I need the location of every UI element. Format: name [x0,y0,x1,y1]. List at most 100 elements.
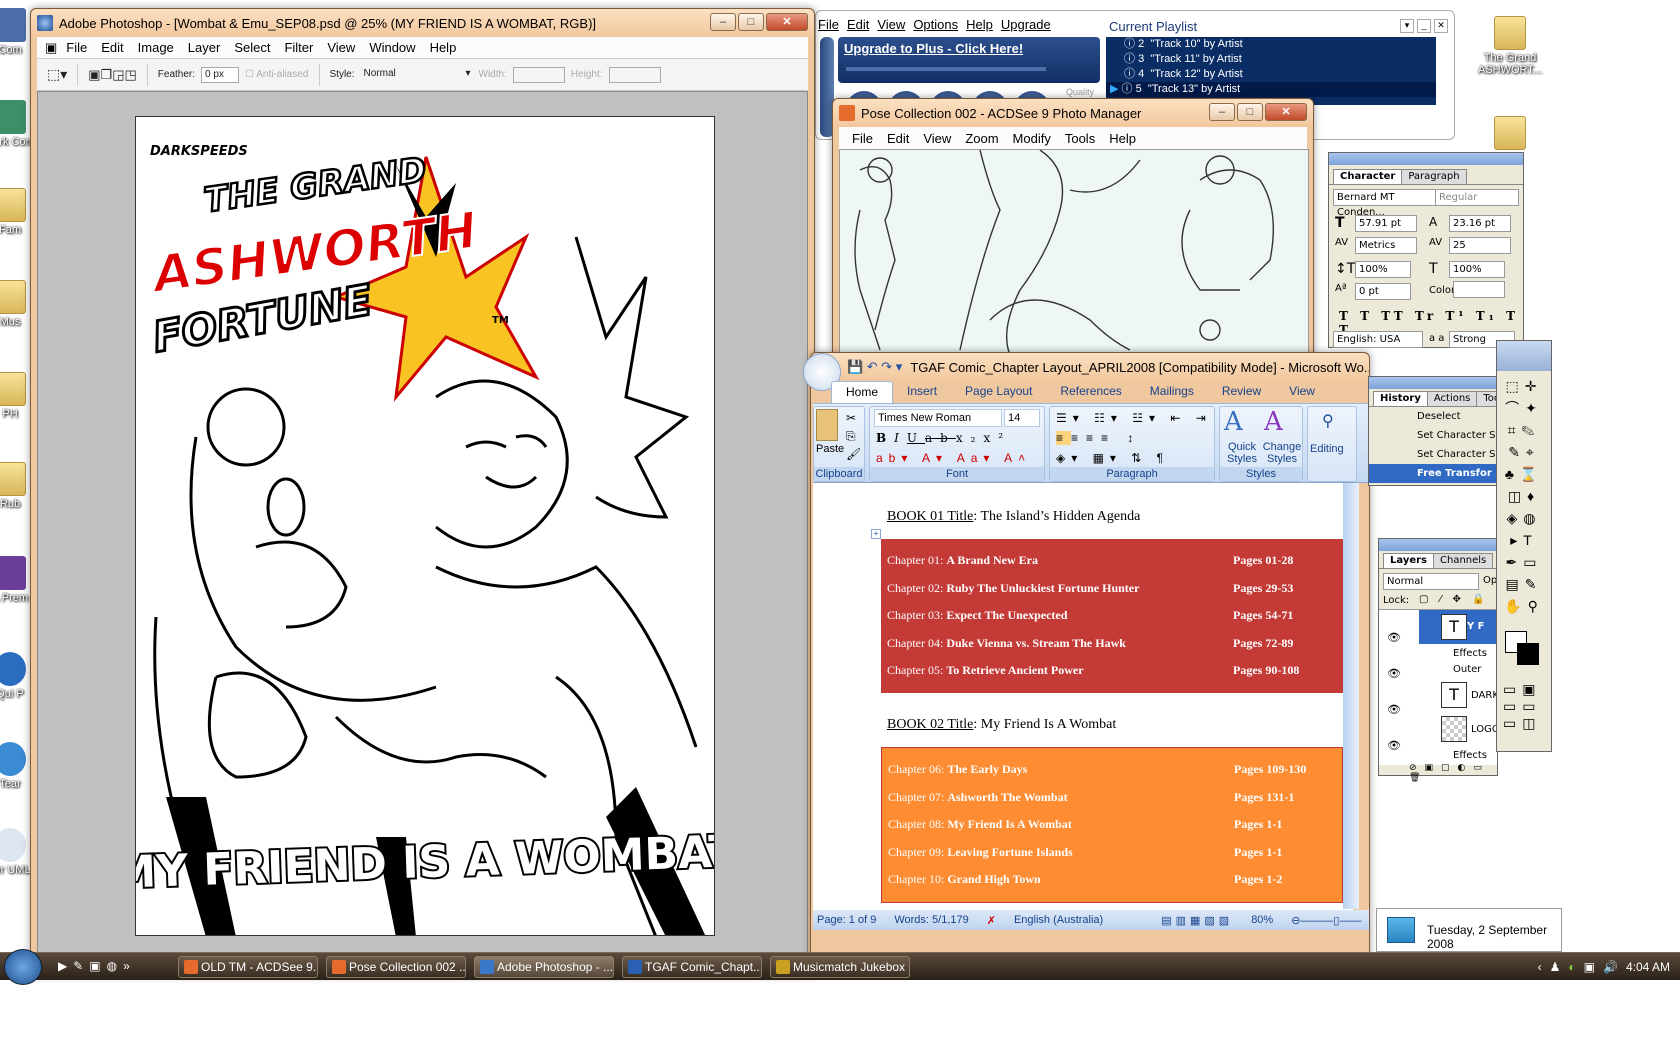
chapter-row[interactable]: Chapter 09: Leaving Fortune Islands Pages… [888,845,1338,865]
taskbar-button-pose-collection[interactable]: Pose Collection 002 ... [326,956,466,978]
mode-buttons[interactable]: ▭▣ ▭▭ ▭◫ [1503,681,1541,732]
layer-name[interactable]: DARK [1471,690,1499,701]
clipboard-icons[interactable]: ✂ ⎘ 🖌 [846,409,861,463]
photoshop-titlebar[interactable]: Adobe Photoshop - [Wombat & Emu_SEP08.ps… [31,9,814,37]
history-item-current[interactable]: Free Transfor [1369,464,1497,483]
menu-help[interactable]: Help [1102,131,1143,146]
selection-mode-icons[interactable]: ▣❐◲◳ [88,67,137,83]
tab-home[interactable]: Home [831,381,894,403]
menu-filter[interactable]: Filter [277,40,320,55]
menu-tools[interactable]: Tools [1058,131,1102,146]
tab-paragraph[interactable]: Paragraph [1401,169,1467,184]
font-size-input[interactable]: 57.91 pt [1355,215,1417,232]
style-select[interactable]: Normal ▾ [361,67,473,83]
playlist-item[interactable]: ⓘ 3 "Track 11" by Artist [1106,52,1436,67]
dropdown-button[interactable]: ▾ [1400,19,1414,33]
format-buttons[interactable]: BIUabx₂x² [876,431,1011,445]
kerning-select[interactable]: Metrics [1355,237,1417,254]
user-icon[interactable]: ♟ [1550,960,1561,974]
tab-review[interactable]: Review [1208,381,1275,403]
panel-header[interactable] [1369,377,1497,389]
font-style-select[interactable]: Regular [1435,189,1519,206]
list-buttons[interactable]: ☰▾ ☷▾ ☳▾ ⇤ ⇥ [1056,411,1212,425]
menu-window[interactable]: Window [362,40,422,55]
tab-actions[interactable]: Actions [1426,391,1478,406]
tab-mailings[interactable]: Mailings [1136,381,1208,403]
language-status[interactable]: English (Australia) [1014,914,1103,926]
leading-input[interactable]: 23.16 pt [1449,215,1511,232]
history-item[interactable]: Set Character St [1369,445,1497,464]
menu-view[interactable]: View [916,131,958,146]
minimize-button[interactable]: – [1209,103,1235,121]
font-family-select[interactable]: Bernard MT Conden... [1333,189,1439,218]
minimize-button[interactable]: – [710,13,736,31]
vertical-scrollbar[interactable] [1343,483,1359,909]
change-styles-button[interactable]: Change Styles [1262,441,1302,465]
vertical-scale-input[interactable]: 100% [1355,261,1411,278]
menu-help[interactable]: Help [423,40,464,55]
chapter-row[interactable]: Chapter 01: A Brand New Era Pages 01-28 [887,553,1337,573]
baseline-shift-input[interactable]: 0 pt [1355,283,1411,300]
lock-icons[interactable]: ▢ ⁄ ✥ 🔒 [1419,594,1488,605]
panel-header[interactable] [1379,539,1497,551]
document-page[interactable]: BOOK 01 Title: The Island’s Hidden Agend… [813,483,1353,923]
menu-layer[interactable]: Layer [181,40,228,55]
menu-select[interactable]: Select [227,40,277,55]
tray-app-icon[interactable]: ◐ [1568,960,1575,974]
tab-layers[interactable]: Layers [1383,553,1434,568]
chapter-row[interactable]: Chapter 07: Ashworth The Wombat Pages 131… [888,790,1338,810]
page-count[interactable]: Page: 1 of 9 [817,914,876,926]
shading-border-buttons[interactable]: ◈▾ ▦▾ ⇅ ¶ [1056,451,1169,465]
color-swatch[interactable] [1453,281,1505,298]
history-item[interactable]: Deselect [1369,407,1497,426]
tool-buttons[interactable]: ⬚✛ ⌒✦ ⌗✎ ✎⌖ ♣⌛ ◫♦ ◈◍ ▸T ✒▭ ▤✎ ✋⚲ [1497,371,1551,617]
menu-zoom[interactable]: Zoom [958,131,1005,146]
tab-page-layout[interactable]: Page Layout [951,381,1046,403]
menu-options[interactable]: Options [913,17,958,32]
width-input[interactable] [512,66,565,83]
view-buttons[interactable]: ▤▥▦▧▨ [1161,914,1233,927]
height-input[interactable] [608,66,661,83]
chapter-row[interactable]: Chapter 05: To Retrieve Ancient Power Pag… [887,663,1337,683]
taskbar-button-musicmatch[interactable]: Musicmatch Jukebox [770,956,910,978]
seek-bar[interactable] [846,67,1046,71]
chapter-row[interactable]: Chapter 02: Ruby The Unluckiest Fortune … [887,581,1337,601]
menu-file[interactable]: File [845,131,880,146]
maximize-button[interactable]: □ [1237,103,1263,121]
maximize-button[interactable]: □ [738,13,764,31]
menu-file[interactable]: File [59,40,94,55]
chapter-row[interactable]: Chapter 04: Duke Vienna vs. Stream The H… [887,636,1337,656]
tab-insert[interactable]: Insert [893,381,951,403]
background-color[interactable] [1517,643,1539,665]
close-button[interactable]: ✕ [1434,19,1448,33]
menu-file[interactable]: File [818,17,839,32]
taskbar-button-old-tm[interactable]: OLD TM - ACDSee 9... [178,956,318,978]
tab-history[interactable]: History [1373,391,1428,406]
quick-styles-button[interactable]: Quick Styles [1222,441,1262,465]
feather-input[interactable]: 0 px [201,66,240,83]
proofing-icon[interactable]: ✗ [987,914,996,927]
taskbar-button-photoshop[interactable]: Adobe Photoshop - ... [474,956,614,978]
playlist-item[interactable]: ⓘ 4 "Track 12" by Artist [1106,67,1436,82]
desktop-icon-grand-ashworth[interactable]: The Grand ASHWORT... [1470,16,1550,76]
visibility-eye-icons[interactable]: 👁 👁 👁 👁 [1387,620,1401,764]
menu-upgrade[interactable]: Upgrade [1001,17,1051,32]
close-button[interactable]: ✕ [766,13,808,31]
tab-view[interactable]: View [1275,381,1329,403]
tools-header[interactable] [1497,341,1551,371]
chapter-row[interactable]: Chapter 03: Expect The Unexpected Pages 5… [887,608,1337,628]
layers-footer-icons[interactable]: ⊘▣▢◐▭🗑 [1379,763,1497,783]
image-viewer[interactable] [839,149,1309,354]
minimize-button[interactable]: _ [1417,19,1431,33]
menu-view[interactable]: View [320,40,362,55]
tab-character[interactable]: Character [1333,169,1403,184]
clock[interactable]: 4:04 AM [1626,960,1670,974]
chapter-row[interactable]: Chapter 06: The Early Days Pages 109-130 [888,762,1338,782]
zoom-slider[interactable]: ⊖———▯—— [1291,914,1361,927]
playlist-item[interactable]: ⓘ 2 "Track 10" by Artist [1106,37,1436,52]
menu-view[interactable]: View [877,17,905,32]
font-name-select[interactable]: Times New Roman [874,409,1002,427]
horizontal-scale-input[interactable]: 100% [1449,261,1505,278]
chapter-row[interactable]: Chapter 08: My Friend Is A Wombat Pages 1… [888,817,1338,837]
editing-button[interactable]: Editing [1310,443,1344,455]
